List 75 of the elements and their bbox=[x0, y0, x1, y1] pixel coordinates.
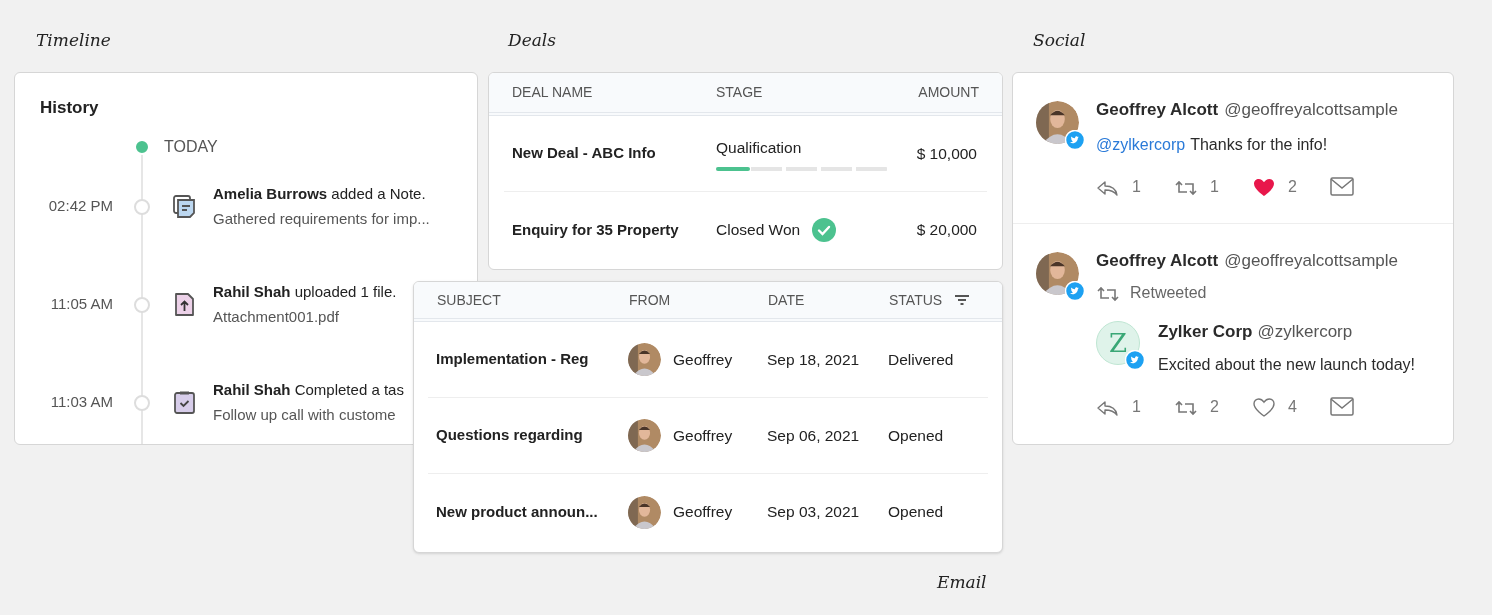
avatar-initial: Z bbox=[1096, 321, 1140, 365]
email-subject: Questions regarding bbox=[436, 425, 584, 446]
mail-icon bbox=[1330, 176, 1354, 197]
column-header: DEAL NAME bbox=[512, 83, 594, 102]
tweet-text: Thanks for the info! bbox=[1190, 134, 1328, 155]
action-count: 4 bbox=[1288, 396, 1297, 417]
action-count: 2 bbox=[1210, 396, 1219, 417]
deal-amount: $ 20,000 bbox=[916, 220, 977, 241]
deal-amount: $ 10,000 bbox=[916, 143, 977, 164]
deal-name: Enquiry for 35 Property bbox=[512, 219, 680, 240]
twitter-bird-icon bbox=[1065, 130, 1085, 150]
section-label: Email bbox=[937, 571, 987, 594]
column-header: AMOUNT bbox=[918, 83, 979, 102]
action-count: 1 bbox=[1210, 176, 1219, 197]
email-status: Opened bbox=[888, 502, 945, 523]
column-header: STAGE bbox=[716, 83, 764, 102]
check-icon bbox=[812, 218, 837, 242]
like-button[interactable]: 4 bbox=[1252, 394, 1330, 419]
action-count: 1 bbox=[1132, 396, 1141, 417]
email-subject: New product announ... bbox=[436, 501, 599, 522]
author-name: Geoffrey Alcott bbox=[1096, 99, 1219, 121]
event-detail: Follow up call with custome bbox=[213, 405, 397, 425]
twitter-bird-icon bbox=[1125, 350, 1145, 370]
day-label: TODAY bbox=[164, 136, 218, 157]
retweet-button[interactable]: 2 bbox=[1174, 394, 1252, 419]
email-status: Opened bbox=[888, 425, 945, 446]
column-header: DATE bbox=[768, 290, 806, 310]
mention-link[interactable]: @zylkercorp bbox=[1096, 132, 1186, 157]
event-time: 11:03 AM bbox=[49, 392, 113, 413]
event-title: Rahil Shah Completed a tas bbox=[213, 379, 404, 400]
event-title: Rahil Shah uploaded 1 file. bbox=[213, 281, 397, 302]
mail-button[interactable] bbox=[1330, 396, 1354, 417]
author-handle: @geoffreyalcottsample bbox=[1224, 249, 1398, 272]
card-title: History bbox=[40, 97, 100, 119]
author-handle: @geoffreyalcottsample bbox=[1224, 99, 1398, 121]
author-name: Geoffrey Alcott bbox=[1096, 249, 1219, 272]
sender-name: Geoffrey bbox=[673, 502, 733, 523]
retweet-button[interactable]: 1 bbox=[1174, 174, 1252, 199]
action-count: 1 bbox=[1132, 176, 1141, 197]
email-status: Delivered bbox=[888, 349, 955, 370]
email-date: Sep 06, 2021 bbox=[767, 425, 861, 446]
section-label: Deals bbox=[508, 29, 556, 52]
email-date: Sep 03, 2021 bbox=[767, 502, 861, 523]
task-checklist-icon bbox=[172, 390, 197, 415]
mail-button[interactable] bbox=[1330, 176, 1354, 197]
author-handle: @zylkercorp bbox=[1257, 321, 1353, 343]
section-label: Timeline bbox=[36, 29, 111, 52]
email-subject: Implementation - Reg bbox=[436, 349, 590, 370]
deal-stage: Qualification bbox=[716, 137, 803, 158]
sender-name: Geoffrey bbox=[673, 349, 733, 370]
like-button[interactable]: 2 bbox=[1252, 174, 1330, 199]
column-header: SUBJECT bbox=[437, 290, 502, 310]
column-header: FROM bbox=[629, 290, 672, 310]
reply-button[interactable]: 1 bbox=[1096, 174, 1174, 199]
filter-icon[interactable] bbox=[954, 294, 971, 306]
twitter-bird-icon bbox=[1065, 280, 1085, 301]
column-header: STATUS bbox=[889, 290, 943, 310]
deal-name: New Deal - ABC Info bbox=[512, 143, 657, 164]
event-detail: Gathered requirements for imp... bbox=[213, 209, 430, 229]
sender-name: Geoffrey bbox=[673, 425, 733, 446]
event-detail: Attachment001.pdf bbox=[213, 307, 340, 327]
author-name: Zylker Corp bbox=[1158, 321, 1253, 343]
action-count: 2 bbox=[1288, 176, 1297, 197]
note-icon bbox=[172, 194, 197, 219]
deal-stage: Closed Won bbox=[716, 220, 801, 241]
event-time: 11:05 AM bbox=[49, 294, 113, 315]
email-date: Sep 18, 2021 bbox=[767, 349, 861, 370]
file-upload-icon bbox=[172, 292, 197, 317]
reply-button[interactable]: 1 bbox=[1096, 394, 1174, 419]
event-title: Amelia Burrows added a Note. bbox=[213, 183, 427, 204]
mail-icon bbox=[1330, 396, 1354, 417]
event-time: 02:42 PM bbox=[47, 196, 113, 217]
retweet-note: Retweeted bbox=[1130, 283, 1207, 303]
tweet-text: Excited about the new launch today! bbox=[1158, 354, 1416, 375]
section-label: Social bbox=[1033, 29, 1086, 52]
